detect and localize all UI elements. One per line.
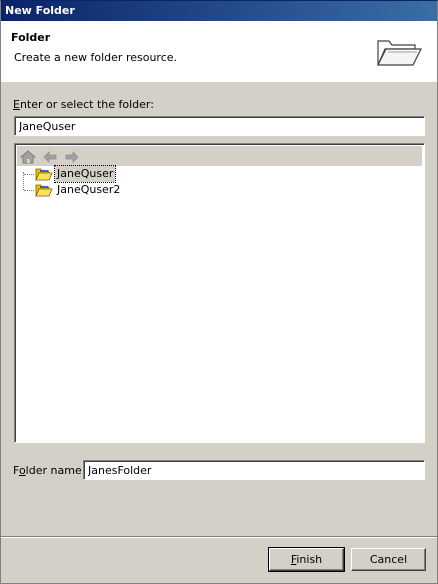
tree-connector: [24, 190, 34, 191]
folder-name-label: Folder name:: [13, 464, 86, 477]
header-separator: [1, 81, 437, 82]
cancel-button[interactable]: Cancel: [351, 548, 426, 571]
window-title: New Folder: [1, 1, 437, 21]
tree-toolbar: [17, 146, 422, 166]
folder-open-icon: [35, 183, 53, 202]
tree-item-label: JaneQuser: [53, 165, 117, 183]
header-title: Folder: [11, 31, 51, 44]
forward-arrow-icon[interactable]: [64, 149, 80, 165]
open-folder-icon: [375, 37, 423, 72]
button-bar-separator: [1, 537, 437, 538]
wizard-header: Folder Create a new folder resource.: [1, 21, 437, 82]
tree-item-label: JaneQuser2: [57, 183, 121, 196]
back-arrow-icon[interactable]: [42, 149, 58, 165]
new-folder-dialog: New Folder Folder Create a new folder re…: [0, 0, 438, 584]
finish-button[interactable]: Finish: [268, 547, 345, 572]
container-input[interactable]: [14, 116, 425, 136]
header-description: Create a new folder resource.: [14, 51, 178, 64]
home-icon[interactable]: [19, 149, 37, 165]
folder-tree[interactable]: JaneQuser JaneQuser2: [17, 165, 422, 440]
folder-name-input[interactable]: [83, 460, 425, 480]
tree-connector: [24, 174, 34, 175]
folder-tree-panel: JaneQuser JaneQuser2: [14, 143, 425, 443]
container-label: Enter or select the folder:: [13, 98, 154, 111]
